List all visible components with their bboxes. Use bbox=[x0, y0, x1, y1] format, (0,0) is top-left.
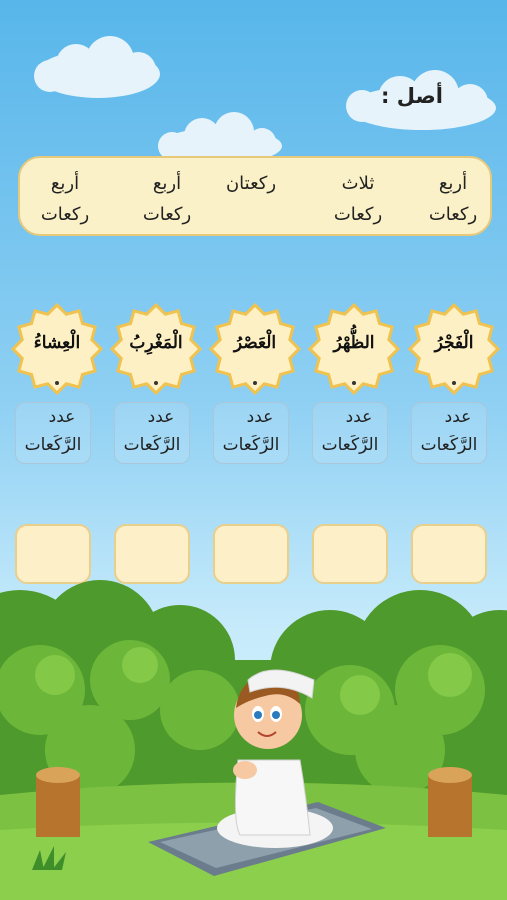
garden-scene bbox=[0, 580, 507, 900]
prayer-dhuhr: الظُّهْرُ bbox=[308, 303, 400, 395]
answer-drop-slot-isha[interactable] bbox=[15, 524, 91, 584]
answer-option[interactable]: أربع ركعات bbox=[418, 168, 488, 230]
prayer-name: الْمَغْرِبُ bbox=[129, 333, 183, 353]
prayer-isha: الْعِشاءُ bbox=[11, 303, 103, 395]
prayer-name: الْفَجْرُ bbox=[434, 333, 474, 353]
answer-drop-slot-maghrib[interactable] bbox=[114, 524, 190, 584]
rakat-count-label: عدد الرَّكَعات bbox=[114, 402, 190, 464]
answer-option[interactable]: أربع ركعات bbox=[132, 168, 202, 230]
answer-drop-slot-asr[interactable] bbox=[213, 524, 289, 584]
answer-options-panel: أربع ركعات ثلاث ركعات ركعتان أربع ركعات … bbox=[18, 156, 492, 236]
prayer-name: الْعَصْرُ bbox=[233, 333, 277, 353]
rakat-count-label: عدد الرَّكَعات bbox=[15, 402, 91, 464]
page-title: أصل : bbox=[381, 84, 443, 108]
rakat-count-label: عدد الرَّكَعات bbox=[411, 402, 487, 464]
answer-option[interactable]: ثلاث ركعات bbox=[323, 168, 393, 230]
prayer-fajr: الْفَجْرُ bbox=[408, 303, 500, 395]
answer-drop-slot-dhuhr[interactable] bbox=[312, 524, 388, 584]
prayer-asr: الْعَصْرُ bbox=[209, 303, 301, 395]
answer-option[interactable]: ركعتان bbox=[216, 168, 286, 199]
prayer-name: الظُّهْرُ bbox=[333, 333, 375, 353]
prayer-name: الْعِشاءُ bbox=[33, 333, 81, 353]
answer-drop-slot-fajr[interactable] bbox=[411, 524, 487, 584]
rakat-count-label: عدد الرَّكَعات bbox=[213, 402, 289, 464]
answer-option[interactable]: أربع ركعات bbox=[30, 168, 100, 230]
prayer-maghrib: الْمَغْرِبُ bbox=[110, 303, 202, 395]
rakat-count-label: عدد الرَّكَعات bbox=[312, 402, 388, 464]
cloud-top-left bbox=[34, 36, 160, 98]
